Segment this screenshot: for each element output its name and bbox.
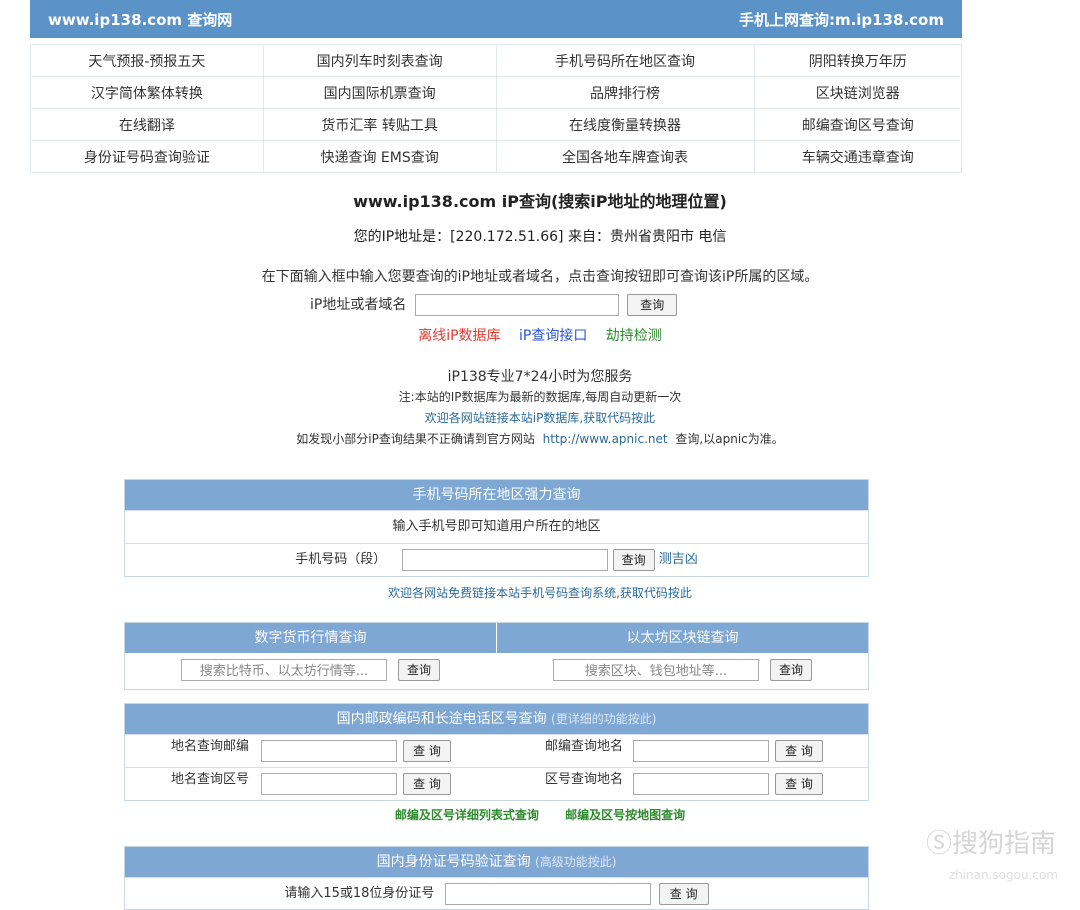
crypto-search-input[interactable]: 搜索比特币、以太坊行情等... [180, 659, 387, 681]
mobile-query-button[interactable]: 查询 [612, 548, 655, 571]
ip-query-button[interactable]: 查询 [627, 294, 678, 316]
zip-to-place-input[interactable] [633, 740, 769, 762]
mobile-number-input[interactable] [402, 548, 609, 571]
crypto-market-title: 数字货币行情查询 [125, 623, 496, 653]
id-panel-header: 国内身份证号码验证查询 (高级功能按此) [125, 847, 868, 877]
zip-to-place-label: 邮编查询地名 [545, 739, 624, 754]
place-to-area-label: 地名查询区号 [171, 772, 250, 787]
ip-query-form: iP地址或者域名 查询 [310, 294, 678, 316]
ip-input[interactable] [414, 294, 619, 316]
service-text: iP138专业7*24小时为您服务 [447, 369, 633, 385]
fortune-link[interactable]: 测吉凶 [659, 552, 698, 567]
mobile-query-panel: 手机号码所在地区强力查询 输入手机号即可知道用户所在的地区 手机号码（段） 查询… [124, 479, 869, 577]
nav-link[interactable]: 国内列车时刻表查询 [262, 44, 497, 77]
postal-links: 邮编及区号详细列表式查询 邮编及区号按地图查询 [0, 806, 1080, 823]
mobile-panel-desc: 输入手机号即可知道用户所在的地区 [125, 510, 868, 543]
nav-link[interactable]: 天气预报-预报五天 [30, 44, 264, 77]
place-to-zip-button[interactable]: 查 询 [403, 740, 451, 762]
id-query-row: 请输入15或18位身份证号 查 询 [125, 877, 868, 909]
nav-link[interactable]: 车辆交通违章查询 [753, 140, 962, 173]
nav-link[interactable]: 国内国际机票查询 [262, 76, 497, 109]
place-to-zip-label: 地名查询邮编 [171, 739, 250, 754]
postal-map-link[interactable]: 邮编及区号按地图查询 [565, 808, 685, 822]
place-to-area-button[interactable]: 查 询 [403, 773, 451, 795]
area-to-place-input[interactable] [633, 773, 769, 795]
ethereum-search-placeholder: 搜索区块、钱包地址等... [584, 664, 728, 679]
ip-api-link[interactable]: iP查询接口 [519, 328, 587, 344]
hijack-check-link[interactable]: 劫持检测 [606, 328, 662, 344]
nav-link[interactable]: 在线度衡量转换器 [495, 108, 755, 141]
mobile-query-row: 手机号码（段） 查询 测吉凶 [125, 543, 868, 576]
nav-link[interactable]: 邮编查询区号查询 [753, 108, 962, 141]
nav-link[interactable]: 品牌排行榜 [495, 76, 755, 109]
mobile-site-link[interactable]: 手机上网查询:m.ip138.com [739, 9, 944, 30]
ip-input-label: iP地址或者域名 [310, 297, 407, 313]
id-advanced-link[interactable]: (高级功能按此) [535, 855, 616, 869]
top-header-bar: www.ip138.com 查询网 手机上网查询:m.ip138.com [30, 0, 962, 38]
id-input-label: 请输入15或18位身份证号 [284, 886, 435, 901]
postal-list-link[interactable]: 邮编及区号详细列表式查询 [395, 808, 539, 822]
postal-row: 地名查询区号 查 询 区号查询地名 查 询 [125, 767, 868, 800]
db-update-note: 注:本站的IP数据库为最新的数据库,每周自动更新一次 [398, 390, 682, 404]
apnic-note-pre: 如发现小部分iP查询结果不正确请到官方网站 [296, 432, 535, 446]
nav-link[interactable]: 全国各地车牌查询表 [495, 140, 755, 173]
mobile-input-label: 手机号码（段） [295, 552, 387, 567]
postal-row: 地名查询邮编 查 询 邮编查询地名 查 询 [125, 734, 868, 767]
postal-panel-title: 国内邮政编码和长途电话区号查询 [336, 711, 547, 727]
ip-tool-links: 离线iP数据库 iP查询接口 劫持检测 [0, 325, 1080, 345]
nav-link[interactable]: 货币汇率 转贴工具 [262, 108, 497, 141]
id-number-input[interactable] [444, 882, 651, 905]
mobile-panel-title: 手机号码所在地区强力查询 [125, 480, 868, 510]
mobile-link-code-note[interactable]: 欢迎各网站免费链接本站手机号码查询系统,获取代码按此 [0, 584, 1080, 601]
area-to-place-label: 区号查询地名 [545, 772, 624, 787]
id-panel-title: 国内身份证号码验证查询 [376, 854, 531, 870]
id-query-button[interactable]: 查 询 [658, 882, 709, 905]
ethereum-search-input[interactable]: 搜索区块、钱包地址等... [552, 659, 759, 681]
crypto-query-button[interactable]: 查询 [398, 659, 441, 681]
nav-link[interactable]: 阴阳转换万年历 [753, 44, 962, 77]
nav-link[interactable]: 区块链浏览器 [753, 76, 962, 109]
nav-link-grid: 天气预报-预报五天 国内列车时刻表查询 手机号码所在地区查询 阴阳转换万年历 汉… [30, 44, 962, 173]
apnic-note: 如发现小部分iP查询结果不正确请到官方网站 http://www.apnic.n… [0, 430, 1080, 447]
nav-link[interactable]: 汉字简体繁体转换 [30, 76, 264, 109]
place-to-zip-input[interactable] [261, 740, 397, 762]
apnic-link[interactable]: http://www.apnic.net [543, 432, 668, 446]
crypto-search-placeholder: 搜索比特币、以太坊行情等... [199, 664, 369, 679]
apnic-note-post: 查询,以apnic为准。 [675, 432, 784, 446]
nav-link[interactable]: 手机号码所在地区查询 [495, 44, 755, 77]
nav-link[interactable]: 在线翻译 [30, 108, 264, 141]
area-to-place-button[interactable]: 查 询 [775, 773, 823, 795]
ethereum-query-button[interactable]: 查询 [770, 659, 813, 681]
your-ip-info: 您的IP地址是：[220.172.51.66] 来自：贵州省贵阳市 电信 [353, 229, 727, 245]
postal-code-panel: 国内邮政编码和长途电话区号查询 (更详细的功能按此) 地名查询邮编 查 询 邮编… [124, 703, 869, 801]
nav-link[interactable]: 身份证号码查询验证 [30, 140, 264, 173]
nav-link[interactable]: 快递查询 EMS查询 [262, 140, 497, 173]
id-card-panel: 国内身份证号码验证查询 (高级功能按此) 请输入15或18位身份证号 查 询 [124, 846, 869, 910]
sogou-watermark: Ⓢ搜狗指南 [925, 829, 1056, 859]
place-to-area-input[interactable] [261, 773, 397, 795]
postal-panel-header: 国内邮政编码和长途电话区号查询 (更详细的功能按此) [125, 704, 868, 734]
zip-to-place-button[interactable]: 查 询 [775, 740, 823, 762]
page-title: www.ip138.com iP查询(搜索iP地址的地理位置) [353, 192, 727, 211]
ethereum-title: 以太坊区块链查询 [497, 623, 868, 653]
offline-ip-db-link[interactable]: 离线iP数据库 [418, 328, 500, 344]
postal-more-link[interactable]: (更详细的功能按此) [551, 712, 656, 726]
crypto-panel: 数字货币行情查询 搜索比特币、以太坊行情等... 查询 以太坊区块链查询 搜索区… [124, 622, 869, 690]
link-code-note[interactable]: 欢迎各网站链接本站iP数据库,获取代码按此 [0, 409, 1080, 426]
ip-query-hint: 在下面输入框中输入您要查询的iP地址或者域名，点击查询按钮即可查询该iP所属的区… [261, 269, 819, 285]
site-title[interactable]: www.ip138.com 查询网 [48, 9, 232, 30]
sogou-watermark-domain: zhinan.sogou.com [948, 868, 1058, 882]
